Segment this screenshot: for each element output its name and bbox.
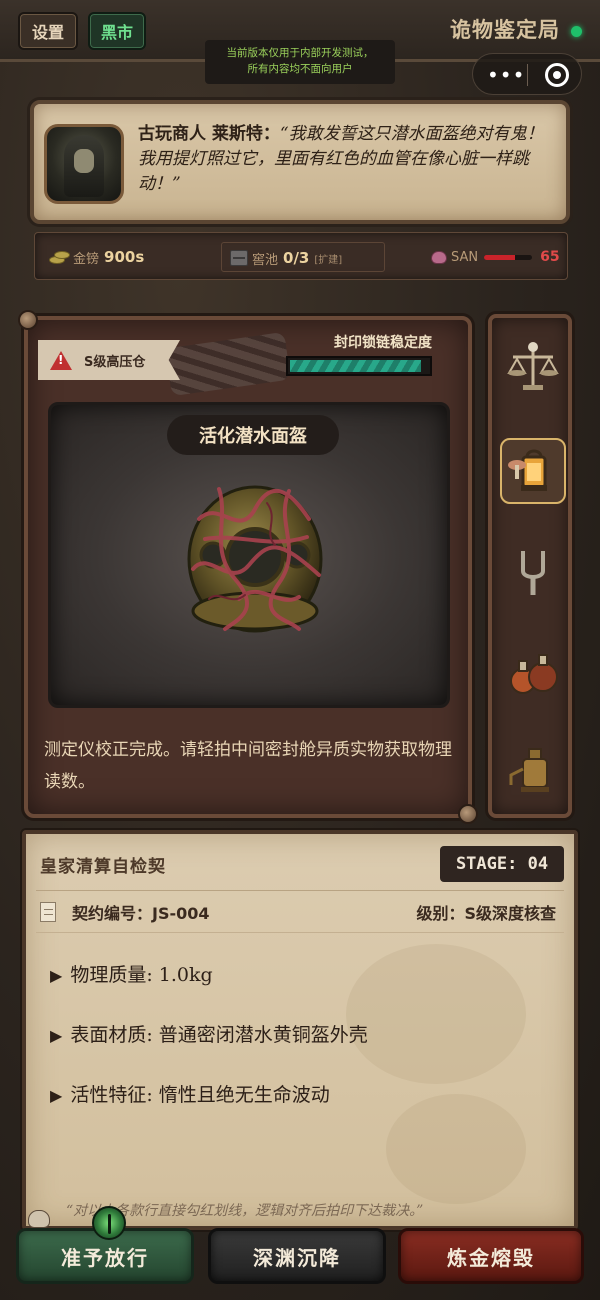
face-shape [74, 149, 94, 173]
attribute-material-text: 表面材质: 普通密闭潜水黄铜盔外壳 [70, 1024, 368, 1046]
warning-icon [50, 350, 72, 370]
cellar-pool-stat[interactable]: 窖池 0/3 [扩建] [221, 242, 385, 272]
contract-level: 级别：S级深度核查 [416, 904, 556, 923]
gold-label: 金镑 [73, 251, 100, 267]
merchant-dialogue-panel: 古玩商人 莱斯特：“我敢发誓这只潜水面盔绝对有鬼！我用提灯照过它，里面有红色的血… [30, 100, 570, 224]
chamber-tier-tag: S级高压仓 [38, 340, 180, 380]
seal-stability-bar [286, 356, 432, 376]
crate-icon [230, 250, 248, 266]
abyss-sink-button[interactable]: 深渊沉降 [208, 1228, 386, 1284]
tool-sidebar [488, 314, 572, 818]
lantern-icon [508, 449, 547, 491]
attribute-activity-text: 活性特征: 惰性且绝无生命波动 [70, 1084, 330, 1106]
eye-icon [92, 1206, 126, 1240]
cellar-pool-label: 窖池 [252, 252, 279, 268]
lantern-tool[interactable] [500, 438, 566, 504]
chamber-instructions: 测定仪校正完成。请轻拍中间密封舱异质实物获取物理读数。 [44, 740, 452, 792]
bullet-triangle-icon: ▶ [50, 1026, 63, 1045]
scales-icon [507, 342, 559, 390]
divider [36, 932, 564, 933]
brain-icon [431, 250, 447, 264]
san-meter [484, 254, 533, 260]
alchemy-melt-button[interactable]: 炼金熔毁 [398, 1228, 584, 1284]
skull-icon [28, 1210, 50, 1228]
cellar-pool-value: 0/3 [283, 249, 310, 267]
gold-value: 900s [104, 248, 145, 266]
san-meter-fill [484, 254, 516, 260]
specimen-bay[interactable]: 活化潜水面盔 [48, 402, 450, 708]
scales-tool[interactable] [500, 334, 566, 400]
chamber-tier-label: S级高压仓 [84, 354, 146, 370]
more-menu-icon[interactable]: ••• [487, 65, 525, 85]
bullet-triangle-icon: ▶ [50, 1086, 63, 1105]
app-title: 诡物鉴定局 [450, 17, 560, 42]
seal-stability-fill [290, 360, 422, 372]
merchant-name: 古玩商人 莱斯特： [138, 124, 280, 144]
black-market-button[interactable]: 黑市 [88, 12, 146, 50]
bolt-icon [18, 310, 38, 330]
divider [36, 890, 564, 891]
bolt-icon [458, 804, 478, 824]
capsule-divider [527, 64, 528, 86]
attribute-mass[interactable]: ▶ 物理质量: 1.0kg [50, 960, 213, 987]
gold-stat: 金镑 900s [49, 233, 144, 281]
merchant-avatar [44, 124, 124, 204]
paper-stain [386, 1094, 526, 1204]
attribute-material[interactable]: ▶ 表面材质: 普通密闭潜水黄铜盔外壳 [50, 1020, 368, 1047]
tuning-fork-tool[interactable] [500, 538, 566, 604]
contract-id: 契约编号：JS-004 [72, 904, 210, 923]
resource-bar: 金镑 900s 窖池 0/3 [扩建] SAN 65 [34, 232, 568, 280]
tuning-fork-icon [521, 551, 545, 595]
bullet-triangle-icon: ▶ [50, 966, 63, 985]
close-miniapp-icon[interactable] [545, 63, 569, 87]
attribute-activity[interactable]: ▶ 活性特征: 惰性且绝无生命波动 [50, 1080, 330, 1107]
contract-footer-note: “对以上各款行直接勾红划线，逻辑对齐后拍印下达裁决。” [66, 1203, 424, 1219]
cellar-pool-content: 窖池 0/3 [扩建] [230, 234, 342, 282]
distiller-icon [509, 748, 549, 792]
sanity-stat: SAN 65 [431, 233, 560, 281]
distiller-tool[interactable] [500, 736, 566, 802]
miniapp-capsule: ••• [472, 53, 582, 95]
san-label: SAN [451, 249, 479, 265]
dev-notice: 当前版本仅用于内部开发测试， 所有内容均不面向用户 [205, 40, 395, 84]
game-screen: 设置 黑市 诡物鉴定局 当前版本仅用于内部开发测试， 所有内容均不面向用户 ••… [0, 0, 600, 1300]
dev-notice-line2: 所有内容均不面向用户 [247, 63, 353, 75]
diving-helmet-artifact[interactable] [179, 479, 331, 637]
expand-cellar-link[interactable]: [扩建] [314, 251, 342, 266]
containment-chamber: S级高压仓 封印锁链稳定度 活化潜水面盔 [18, 310, 478, 824]
potions-icon [510, 654, 558, 694]
contract-title: 皇家清算自检契 [40, 857, 166, 877]
audit-contract: 皇家清算自检契 STAGE: 04 契约编号：JS-004 级别：S级深度核查 … [22, 830, 578, 1230]
stage-badge: STAGE: 04 [440, 846, 564, 882]
document-icon [40, 902, 56, 922]
settings-button[interactable]: 设置 [18, 12, 78, 50]
merchant-speech: 古玩商人 莱斯特：“我敢发誓这只潜水面盔绝对有鬼！我用提灯照过它，里面有红色的血… [138, 122, 558, 197]
online-status-icon [571, 26, 582, 37]
seal-stability-label: 封印锁链稳定度 [334, 335, 432, 351]
attribute-mass-text: 物理质量: 1.0kg [70, 964, 213, 986]
paper-stain [346, 944, 526, 1084]
dev-notice-line1: 当前版本仅用于内部开发测试， [226, 47, 374, 59]
potions-tool[interactable] [500, 638, 566, 704]
item-name-badge: 活化潜水面盔 [167, 415, 339, 455]
chain-decoration [165, 331, 291, 397]
san-value: 65 [540, 249, 560, 265]
coins-icon [49, 250, 70, 264]
